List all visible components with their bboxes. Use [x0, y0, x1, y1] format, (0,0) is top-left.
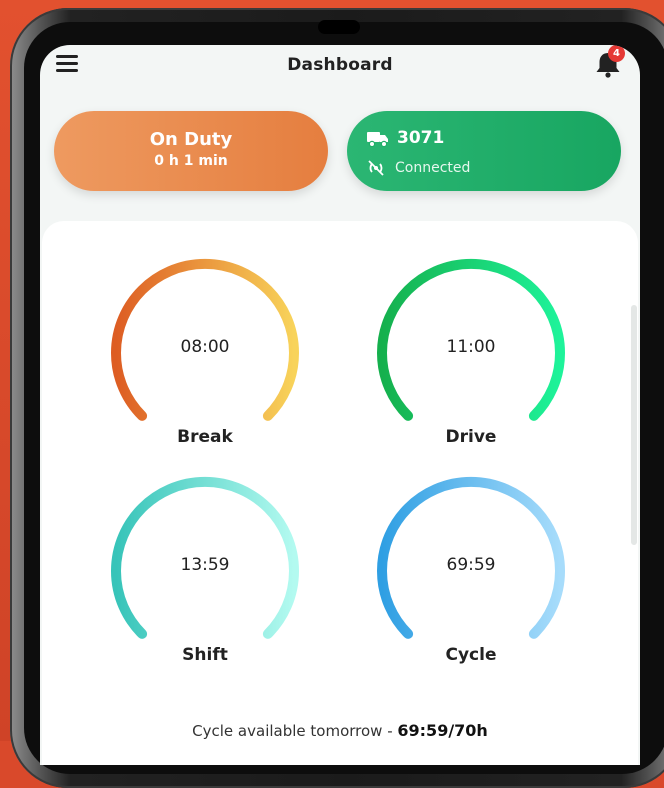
drive-gauge[interactable]: 11:00 Drive: [371, 253, 571, 453]
drive-time: 11:00: [446, 337, 496, 357]
cycle-time: 69:59: [446, 555, 496, 575]
shift-time: 13:59: [180, 555, 230, 575]
duty-duration: 0 h 1 min: [154, 153, 228, 169]
shift-gauge[interactable]: 13:59 Shift: [105, 471, 305, 671]
duty-status-card[interactable]: On Duty 0 h 1 min: [54, 111, 328, 191]
cycle-availability-text: Cycle available tomorrow -: [192, 722, 398, 740]
hours-panel: 08:00 Break 11:00 Drive 13:59 Shift 69:5…: [42, 221, 638, 765]
duty-status: On Duty: [149, 129, 233, 150]
cycle-gauge[interactable]: 69:59 Cycle: [371, 471, 571, 671]
break-time: 08:00: [180, 337, 230, 357]
vehicle-number: 3071: [397, 128, 445, 148]
break-label: Break: [177, 427, 233, 447]
page-title: Dashboard: [287, 55, 393, 75]
break-gauge[interactable]: 08:00 Break: [105, 253, 305, 453]
drive-label: Drive: [445, 427, 497, 447]
cycle-availability: Cycle available tomorrow - 69:59/70h: [42, 721, 638, 740]
connection-icon: [368, 160, 384, 176]
scroll-indicator[interactable]: [631, 305, 637, 545]
truck-icon: [367, 132, 388, 148]
cycle-label: Cycle: [445, 645, 497, 665]
app-screen: Dashboard 4 On Duty 0 h 1 min 3071 Conne…: [40, 45, 640, 765]
vehicle-connection-card[interactable]: 3071 Connected: [347, 111, 621, 191]
camera-notch: [318, 20, 360, 34]
cycle-availability-value: 69:59/70h: [397, 721, 488, 740]
connection-status: Connected: [395, 160, 471, 176]
notification-badge: 4: [608, 45, 625, 62]
shift-label: Shift: [182, 645, 228, 665]
